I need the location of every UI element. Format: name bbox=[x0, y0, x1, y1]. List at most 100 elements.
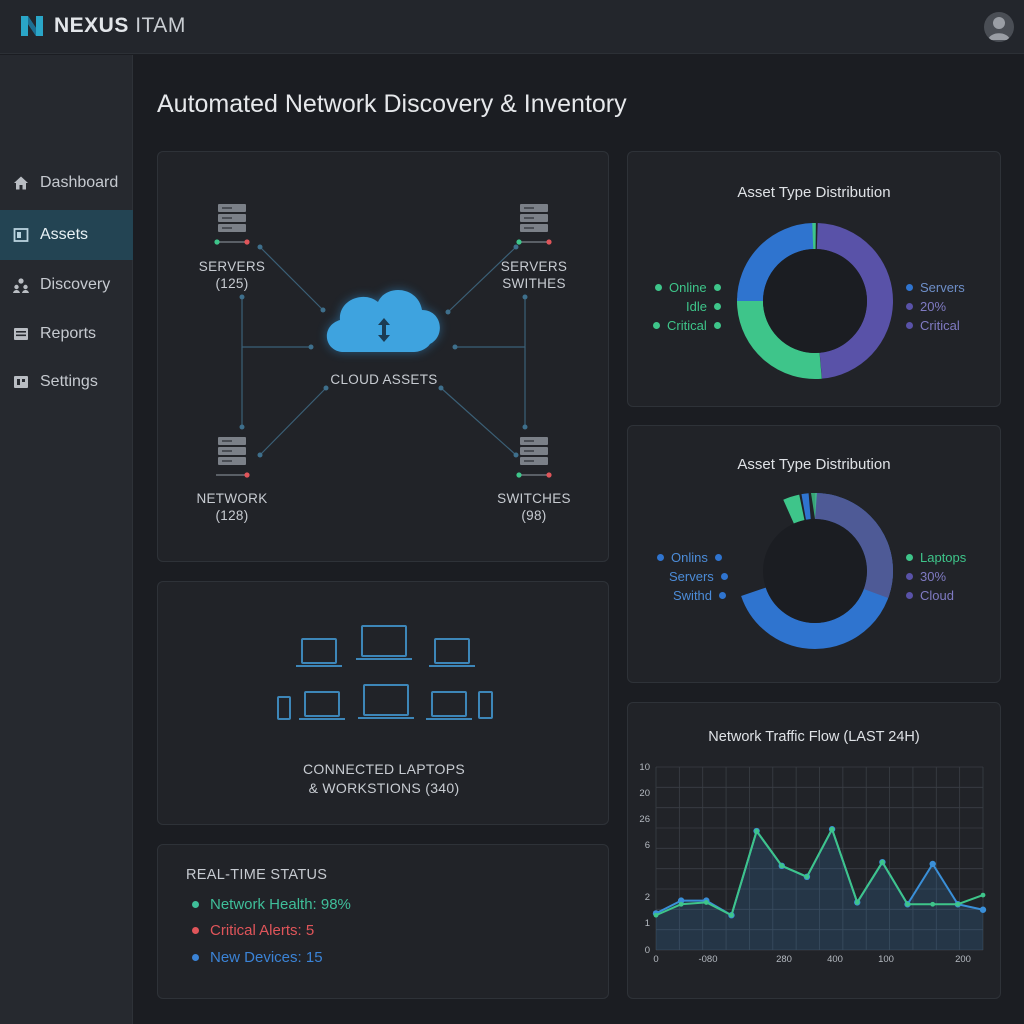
y-tick-label: 0 bbox=[645, 945, 650, 956]
data-point[interactable] bbox=[754, 828, 760, 834]
data-point[interactable] bbox=[930, 901, 936, 907]
node-label: SERVERS bbox=[198, 259, 266, 274]
data-point[interactable] bbox=[653, 912, 659, 918]
legend-item: Servers bbox=[669, 569, 728, 584]
status-dot bbox=[192, 954, 199, 961]
connected-devices-card: CONNECTED LAPTOPS & WORKSTIONS (340) bbox=[157, 581, 609, 825]
legend-label: Critical bbox=[667, 318, 707, 333]
legend-label: Critical bbox=[920, 318, 960, 333]
node-count: (125) bbox=[215, 276, 249, 291]
data-point[interactable] bbox=[979, 906, 987, 913]
legend-label: Swithd bbox=[673, 588, 713, 603]
status-dot bbox=[192, 901, 199, 908]
y-tick-label: 10 bbox=[639, 762, 650, 773]
legend-item: Swithd bbox=[673, 588, 727, 603]
status-text: New Devices: 15 bbox=[210, 949, 323, 966]
devices-label-line: CONNECTED LAPTOPS bbox=[303, 761, 465, 777]
data-point[interactable] bbox=[829, 826, 835, 832]
data-point[interactable] bbox=[703, 900, 709, 905]
network-topology-card: SERVERS (125) SERVERS SWITHES CLOUD ASSE… bbox=[157, 151, 609, 562]
status-text: Critical Alerts: 5 bbox=[210, 922, 315, 939]
x-tick-label: 200 bbox=[955, 954, 971, 965]
cloud-icon bbox=[326, 290, 440, 352]
topology-node-servers[interactable]: SERVERS (125) bbox=[188, 258, 276, 292]
traffic-line-chart[interactable]: 1020266210 0 -080 280 400 100 200 bbox=[628, 703, 1002, 1000]
legend-label: Laptops bbox=[920, 550, 967, 565]
data-point[interactable] bbox=[879, 859, 885, 865]
donut-chart[interactable] bbox=[735, 221, 895, 381]
data-point[interactable] bbox=[905, 901, 910, 907]
legend-item: Critical bbox=[906, 318, 960, 333]
sidebar-item-dashboard[interactable]: Dashboard bbox=[0, 158, 133, 208]
server-icon bbox=[214, 204, 250, 245]
sidebar-item-settings[interactable]: Settings bbox=[0, 357, 133, 407]
data-point[interactable] bbox=[980, 892, 986, 898]
legend-label: Onlins bbox=[671, 550, 708, 565]
legend-item: Online bbox=[655, 280, 721, 295]
data-point[interactable] bbox=[854, 900, 860, 905]
server-icon bbox=[516, 437, 552, 478]
network-traffic-card: Network Traffic Flow (LAST 24H) 10 20 26 6 2… bbox=[627, 702, 1001, 999]
server-icon bbox=[516, 204, 552, 245]
app-logo[interactable]: NEXUS ITAM bbox=[18, 12, 186, 40]
legend-label: Servers bbox=[669, 569, 714, 584]
sidebar-item-assets[interactable]: Assets bbox=[0, 210, 133, 260]
laptops-workstations-icon bbox=[277, 625, 493, 720]
sidebar-item-discovery[interactable]: Discovery bbox=[0, 260, 133, 310]
sidebar-item-label: Dashboard bbox=[40, 174, 119, 191]
legend-label: Servers bbox=[920, 280, 965, 295]
legend-item: 30% bbox=[906, 569, 946, 584]
legend-label: 30% bbox=[920, 569, 947, 584]
data-point[interactable] bbox=[955, 901, 961, 907]
legend-label: 20% bbox=[920, 299, 947, 314]
sidebar-item-label: Settings bbox=[40, 373, 98, 390]
node-label: SERVERS bbox=[500, 259, 568, 274]
connected-devices-label: CONNECTED LAPTOPS & WORKSTIONS (340) bbox=[158, 760, 610, 798]
user-icon bbox=[988, 17, 1010, 40]
legend-label: Cloud bbox=[920, 588, 954, 603]
data-point[interactable] bbox=[779, 863, 785, 869]
y-tick-label: 6 bbox=[645, 840, 650, 851]
app-name: NEXUS ITAM bbox=[54, 14, 186, 37]
node-count: SWITHES bbox=[502, 276, 566, 291]
sidebar-item-label: Reports bbox=[40, 325, 97, 342]
x-tick-label: 400 bbox=[827, 954, 843, 965]
status-critical-alerts[interactable]: Critical Alerts: 5 bbox=[192, 922, 314, 939]
status-title: REAL-TIME STATUS bbox=[186, 867, 328, 883]
legend-label: Online bbox=[669, 280, 707, 295]
y-tick-label: 26 bbox=[639, 814, 650, 825]
topology-node-switches[interactable]: SWITCHES (98) bbox=[488, 490, 580, 524]
legend-item: 20% bbox=[906, 299, 946, 314]
status-new-devices[interactable]: New Devices: 15 bbox=[192, 949, 323, 966]
asset-distribution-card-2: Asset Type Distribution Onlins Servers S… bbox=[627, 425, 1001, 683]
x-tick-label: 100 bbox=[878, 954, 894, 965]
data-point[interactable] bbox=[678, 901, 684, 907]
devices-label-line: & WORKSTIONS (340) bbox=[308, 780, 460, 796]
data-point[interactable] bbox=[929, 860, 936, 868]
assets-icon bbox=[13, 228, 29, 242]
y-tick-label: 2 bbox=[645, 892, 650, 903]
user-avatar[interactable] bbox=[984, 12, 1014, 42]
legend-item: Idle bbox=[686, 299, 721, 314]
sidebar-item-reports[interactable]: Reports bbox=[0, 309, 133, 359]
status-network-health[interactable]: Network Health: 98% bbox=[192, 896, 351, 913]
server-icon bbox=[216, 437, 250, 478]
y-tick-label: 20 bbox=[639, 788, 650, 799]
legend-item: Critical bbox=[653, 318, 721, 333]
legend-item: Onlins bbox=[657, 550, 722, 565]
sidebar-item-label: Assets bbox=[40, 226, 89, 243]
legend-item: Servers bbox=[906, 280, 965, 295]
data-point[interactable] bbox=[804, 874, 810, 880]
data-point[interactable] bbox=[729, 912, 734, 918]
donut-chart[interactable] bbox=[735, 491, 895, 651]
topology-node-servers-switches[interactable]: SERVERS SWITHES bbox=[488, 258, 580, 292]
top-bar: NEXUS ITAM bbox=[0, 0, 1024, 54]
node-count: (98) bbox=[521, 508, 547, 523]
node-count: (128) bbox=[215, 508, 249, 523]
topology-node-network[interactable]: NETWORK (128) bbox=[186, 490, 278, 524]
x-tick-label: 280 bbox=[776, 954, 792, 965]
topology-node-cloud[interactable]: CLOUD ASSETS bbox=[294, 371, 474, 388]
legend-label: Idle bbox=[686, 299, 707, 314]
nexus-logo-icon bbox=[21, 16, 43, 36]
node-label: SWITCHES bbox=[497, 491, 571, 506]
